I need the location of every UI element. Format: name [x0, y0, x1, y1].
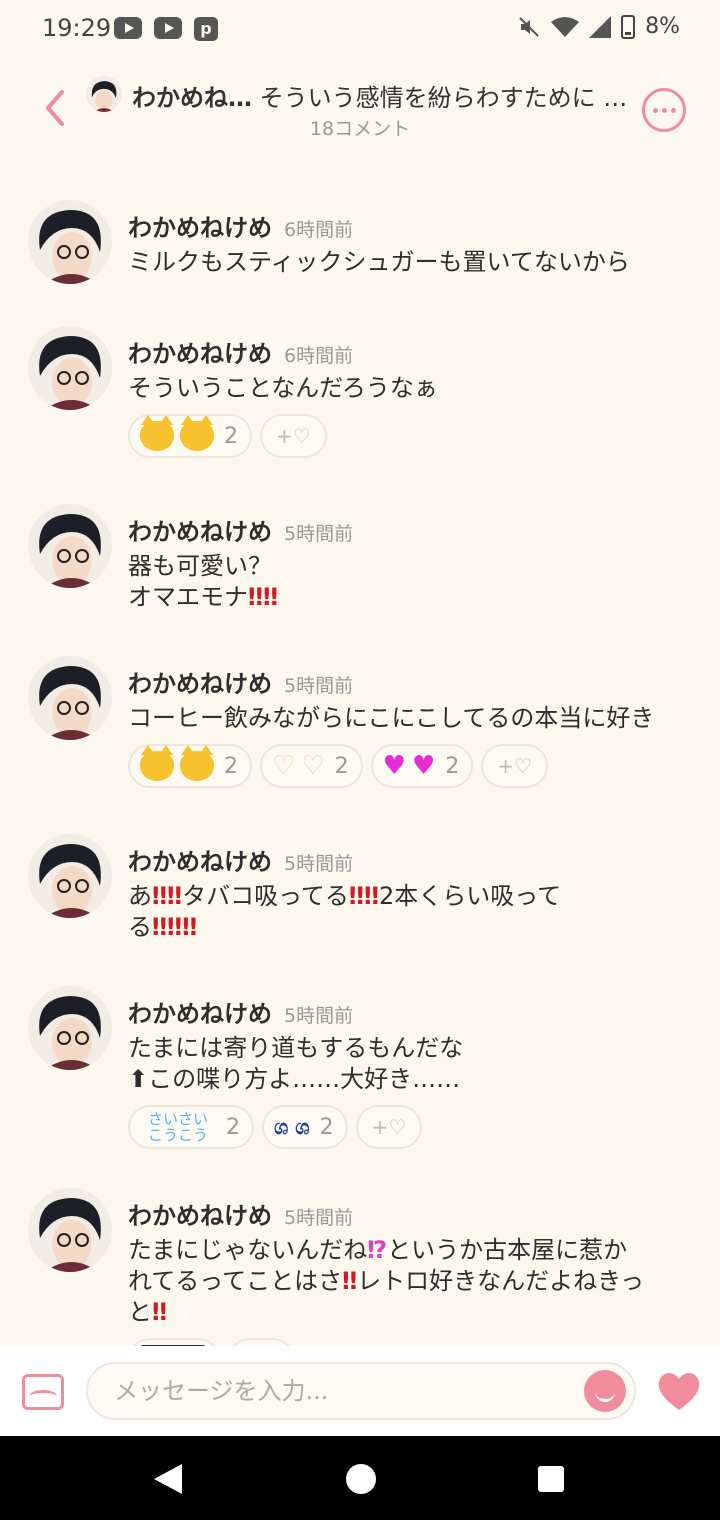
avatar[interactable]: [28, 1188, 112, 1272]
comment-time: 6時間前: [284, 219, 354, 241]
reaction-cat[interactable]: 2: [128, 414, 252, 458]
cat-face-icon: [140, 745, 174, 781]
battery-icon: [621, 14, 636, 39]
thread-title: わかめね… そういう感情を紛らわすために …: [132, 78, 642, 113]
reaction-bar: 2 ♡ ♡ 2 ♥ ♥ 2 +♡: [128, 744, 688, 788]
message-input[interactable]: メッセージを入力...: [86, 1362, 636, 1420]
sparkle-heart-icon: ♥: [382, 751, 406, 781]
status-time: 19:29: [42, 14, 112, 42]
youtube-icon: [154, 17, 182, 39]
avatar[interactable]: [28, 986, 112, 1070]
reaction-cat[interactable]: 2: [128, 744, 252, 788]
add-reaction-button[interactable]: +♡: [260, 414, 327, 458]
avatar[interactable]: [28, 200, 112, 284]
system-nav-bar: [0, 1436, 720, 1520]
reaction-bar: +♡: [128, 1338, 688, 1346]
reaction-sparkle-hearts[interactable]: ♥ ♥ 2: [370, 744, 474, 788]
cat-face-icon: [140, 415, 174, 451]
mute-icon: [519, 16, 539, 37]
more-options-button[interactable]: [642, 88, 686, 132]
comment-author[interactable]: わかめねけめ: [128, 214, 272, 242]
comment-author[interactable]: わかめねけめ: [128, 340, 272, 368]
author-avatar[interactable]: [86, 76, 122, 112]
add-reaction-button[interactable]: +♡: [228, 1338, 295, 1346]
comment-text: あ‼‼タバコ吸ってる‼‼2本くらい吸って る‼‼‼: [128, 882, 562, 941]
thread-author: わかめね…: [132, 84, 252, 112]
comment-author[interactable]: わかめねけめ: [128, 1000, 272, 1028]
cat-face-icon: [180, 415, 214, 451]
avatar[interactable]: [28, 326, 112, 410]
comment-text: たまにじゃないんだね⁉というか古本屋に惹か れてるってことはさ‼レトロ好きなんだ…: [128, 1236, 645, 1326]
youtube-icon: [114, 17, 142, 39]
sparkle-heart-icon: ♥: [411, 751, 436, 781]
comment-text: コーヒー飲みながらにこにこしてるの本当に好き: [128, 704, 655, 732]
tears-icon: ශ ශ: [274, 1115, 310, 1139]
add-reaction-button[interactable]: +♡: [355, 1105, 423, 1149]
nav-recents-button[interactable]: [538, 1466, 564, 1492]
app-p-icon: p: [194, 17, 218, 41]
reaction-tears[interactable]: ශ ශ2: [262, 1105, 348, 1149]
comment-time: 5時間前: [284, 523, 354, 545]
wifi-icon: [551, 16, 580, 37]
reaction-saisai[interactable]: さいさい こうこう 2: [128, 1105, 254, 1149]
avatar[interactable]: [28, 504, 112, 588]
comment-text: 器も可愛い？ オマエモナ‼‼: [128, 552, 279, 611]
like-heart-button[interactable]: [654, 1366, 704, 1416]
comment-text: たまには寄り道もするもんだな ⬆この喋り方よ……大好き……: [128, 1034, 464, 1093]
comment-text: そういうことなんだろうなぁ: [128, 374, 438, 402]
emoji-button[interactable]: [584, 1370, 626, 1412]
comment-author[interactable]: わかめねけめ: [128, 518, 272, 546]
saisai-sticker-icon: さいさい こうこう: [147, 1110, 208, 1144]
comment-author[interactable]: わかめねけめ: [128, 1202, 272, 1230]
cat-face-icon: [180, 745, 214, 781]
comment-text: ミルクもスティックシュガーも置いてないから: [128, 248, 630, 276]
thread-header: わかめね… そういう感情を紛らわすために … 18コメント: [0, 66, 720, 156]
comment-list[interactable]: わかめねけめ 6時間前 ミルクもスティックシュガーも置いてないから わかめねけめ 6…: [0, 156, 720, 1346]
status-bar: 19:29 p 8%: [0, 0, 720, 60]
comment-time: 5時間前: [284, 675, 354, 697]
battery-percent: 8%: [645, 14, 680, 39]
reaction-heart-hands[interactable]: ♡ ♡ 2: [260, 744, 363, 788]
comment-time: 5時間前: [284, 1207, 354, 1229]
reaction-bar: 2 +♡: [128, 414, 688, 458]
reaction-photo[interactable]: [128, 1338, 220, 1346]
signal-icon: [589, 15, 612, 38]
comment-time: 6時間前: [284, 345, 354, 367]
avatar[interactable]: [28, 834, 112, 918]
comment-time: 5時間前: [284, 853, 354, 875]
nav-back-button[interactable]: [154, 1464, 182, 1494]
comment-time: 5時間前: [284, 1005, 354, 1027]
nav-home-button[interactable]: [346, 1464, 376, 1494]
comment-author[interactable]: わかめねけめ: [128, 670, 272, 698]
image-attach-button[interactable]: [22, 1374, 64, 1410]
heart-hands-icon: ♡: [301, 751, 325, 781]
thread-title-text: そういう感情を紛らわすために …: [259, 84, 628, 112]
reaction-bar: さいさい こうこう 2 ශ ශ2 +♡: [128, 1105, 688, 1149]
heart-hands-icon: ♡: [272, 751, 296, 781]
message-composer: メッセージを入力...: [0, 1346, 720, 1436]
comment-author[interactable]: わかめねけめ: [128, 848, 272, 876]
avatar[interactable]: [28, 656, 112, 740]
comment-count: 18コメント: [309, 118, 411, 140]
add-reaction-button[interactable]: +♡: [481, 744, 548, 788]
